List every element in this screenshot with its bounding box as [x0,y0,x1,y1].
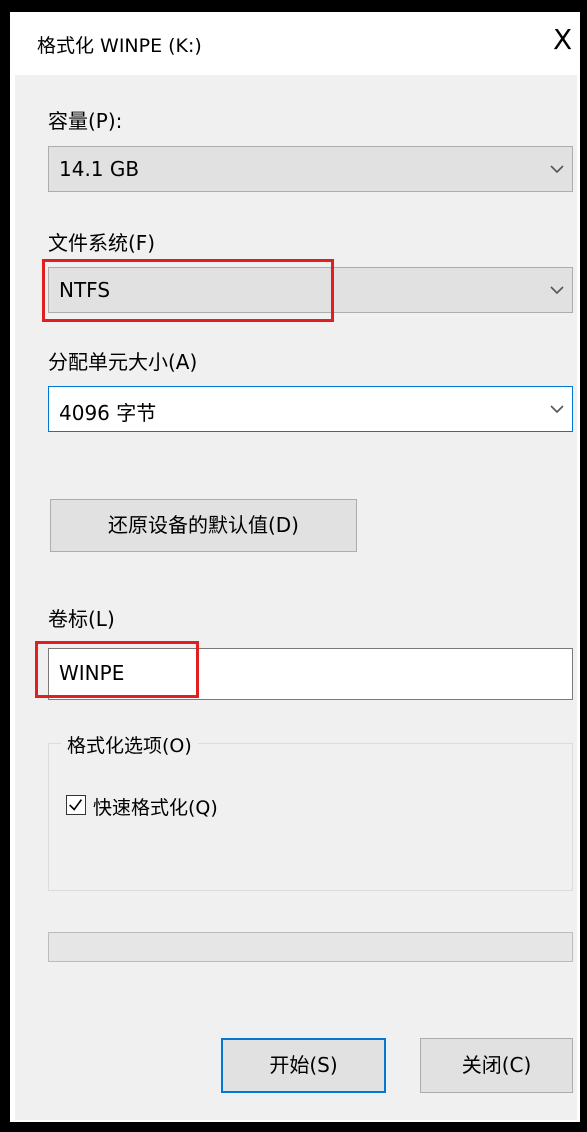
allocation-dropdown[interactable]: 4096 字节 [48,386,573,432]
format-options-legend: 格式化选项(O) [61,731,198,758]
checkmark-icon [69,799,83,811]
restore-defaults-button[interactable]: 还原设备的默认值(D) [50,499,357,552]
quick-format-checkbox[interactable] [66,795,86,815]
capacity-label: 容量(P): [48,109,123,133]
format-dialog: 格式化 WINPE (K:) X 容量(P): 14.1 GB 文件系统(F) … [15,15,577,1120]
allocation-label: 分配单元大小(A) [48,350,198,374]
start-button[interactable]: 开始(S) [221,1038,386,1093]
capacity-dropdown[interactable]: 14.1 GB [48,146,573,192]
format-progress-bar [48,932,573,962]
chevron-down-icon [550,165,564,174]
quick-format-label[interactable]: 快速格式化(Q) [93,793,218,820]
close-icon[interactable]: X [553,25,572,55]
title-bar: 格式化 WINPE (K:) X [15,15,577,75]
chevron-down-icon [550,286,564,295]
close-button[interactable]: 关闭(C) [420,1038,573,1093]
allocation-value: 4096 字节 [59,401,157,425]
filesystem-highlight-box [42,259,334,322]
filesystem-label: 文件系统(F) [48,231,156,255]
chevron-down-icon [550,405,564,414]
capacity-value: 14.1 GB [59,157,140,181]
window-title: 格式化 WINPE (K:) [37,35,202,57]
volume-label-label: 卷标(L) [48,607,115,631]
volume-label-highlight-box [35,641,199,698]
